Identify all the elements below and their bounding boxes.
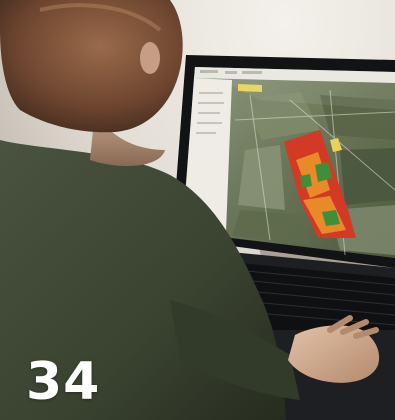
ear [140, 42, 160, 74]
page-number: 34 [26, 352, 101, 412]
